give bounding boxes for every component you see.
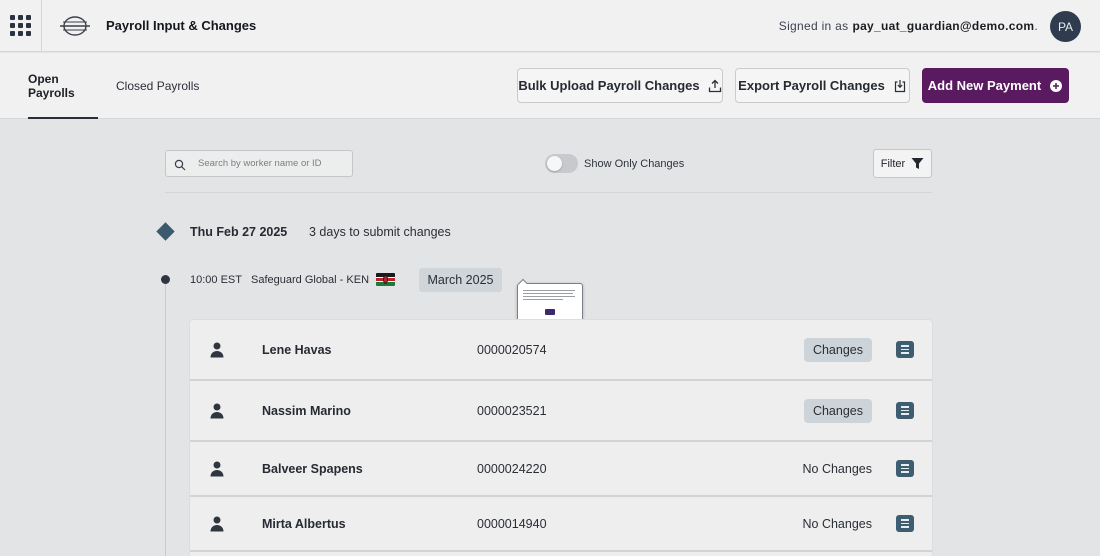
timeline-line <box>165 278 166 556</box>
cutoff-time: 10:00 EST <box>190 274 242 286</box>
onboarding-tooltip <box>517 278 583 322</box>
status-text: No Changes <box>802 516 873 531</box>
add-new-payment-button[interactable]: Add New Payment <box>922 68 1069 103</box>
app-title: Payroll Input & Changes <box>106 18 257 33</box>
worker-name: Mirta Albertus <box>262 516 346 531</box>
search-input[interactable] <box>198 158 338 169</box>
person-icon <box>210 342 224 358</box>
signed-in-prefix: Signed in as <box>778 19 849 33</box>
status-text: No Changes <box>802 461 873 476</box>
worker-id: 0000024220 <box>477 461 547 476</box>
export-button[interactable]: Export Payroll Changes <box>735 68 910 103</box>
date-marker-icon <box>156 222 175 241</box>
tab-label: Closed Payrolls <box>116 79 200 93</box>
tab-closed-payrolls[interactable]: Closed Payrolls <box>116 53 199 119</box>
search-icon <box>174 158 186 170</box>
details-menu-icon[interactable] <box>896 515 914 532</box>
kenya-flag-icon <box>376 273 395 286</box>
filter-button[interactable]: Filter <box>873 149 932 178</box>
payroll-period-badge[interactable]: March 2025 <box>419 268 502 292</box>
add-payment-label: Add New Payment <box>927 78 1042 93</box>
search-box[interactable] <box>165 150 353 177</box>
worker-name: Balveer Spapens <box>262 461 363 476</box>
table-row[interactable]: Mirta Albertus 0000014940 No Changes <box>190 497 932 552</box>
bulk-upload-label: Bulk Upload Payroll Changes <box>518 78 700 93</box>
details-menu-icon[interactable] <box>896 402 914 419</box>
table-row[interactable]: Nassim Marino 0000023521 Changes <box>190 381 932 442</box>
person-icon <box>210 403 224 419</box>
table-row[interactable]: Balveer Spapens 0000024220 No Changes <box>190 442 932 497</box>
sub-header: Open Payrolls Closed Payrolls Bulk Uploa… <box>0 53 1100 119</box>
worker-id: 0000020574 <box>477 342 547 357</box>
worker-name: Lene Havas <box>262 342 332 357</box>
main-content: Show Only Changes Filter Thu Feb 27 2025… <box>0 120 1100 556</box>
status-badge: Changes <box>803 337 872 362</box>
person-icon <box>210 461 224 477</box>
tab-label: Open Payrolls <box>28 72 75 100</box>
divider <box>165 192 932 193</box>
top-app-bar: Payroll Input & Changes Signed in as pay… <box>0 0 1100 52</box>
signed-in-info: Signed in as pay_uat_guardian@demo.com. <box>779 0 1038 52</box>
bulk-upload-button[interactable]: Bulk Upload Payroll Changes <box>517 68 723 103</box>
grid-icon <box>10 15 31 36</box>
show-only-changes-toggle[interactable] <box>545 154 578 173</box>
avatar[interactable]: PA <box>1050 11 1081 42</box>
status-badge: Changes <box>803 398 872 423</box>
export-label: Export Payroll Changes <box>738 78 885 93</box>
signed-in-suffix: . <box>1034 19 1038 33</box>
worker-id: 0000014940 <box>477 516 547 531</box>
plus-circle-icon <box>1049 79 1063 93</box>
payroll-date: Thu Feb 27 2025 <box>190 225 288 239</box>
workers-table: Lene Havas 0000020574 Changes Nassim Mar… <box>190 320 932 556</box>
funnel-icon <box>911 157 924 170</box>
company-logo <box>58 13 92 39</box>
submission-deadline: 3 days to submit changes <box>309 225 451 239</box>
tab-open-payrolls[interactable]: Open Payrolls <box>28 53 98 119</box>
app-launcher-button[interactable] <box>0 0 42 52</box>
user-email: pay_uat_guardian@demo.com <box>852 19 1035 33</box>
worker-id: 0000023521 <box>477 403 547 418</box>
download-icon <box>893 79 907 93</box>
table-row[interactable]: Lene Havas 0000020574 Changes <box>190 320 932 381</box>
tooltip-caret <box>518 278 528 288</box>
show-only-changes-control: Show Only Changes <box>545 154 684 173</box>
filter-label: Filter <box>880 157 906 170</box>
person-icon <box>210 516 224 532</box>
details-menu-icon[interactable] <box>896 341 914 358</box>
details-menu-icon[interactable] <box>896 460 914 477</box>
timeline-dot <box>161 275 170 284</box>
toggle-label: Show Only Changes <box>584 157 685 170</box>
worker-name: Nassim Marino <box>262 403 351 418</box>
tooltip-ok-button[interactable] <box>545 309 555 315</box>
entity-name: Safeguard Global - KEN <box>251 274 370 286</box>
upload-icon <box>708 79 722 93</box>
